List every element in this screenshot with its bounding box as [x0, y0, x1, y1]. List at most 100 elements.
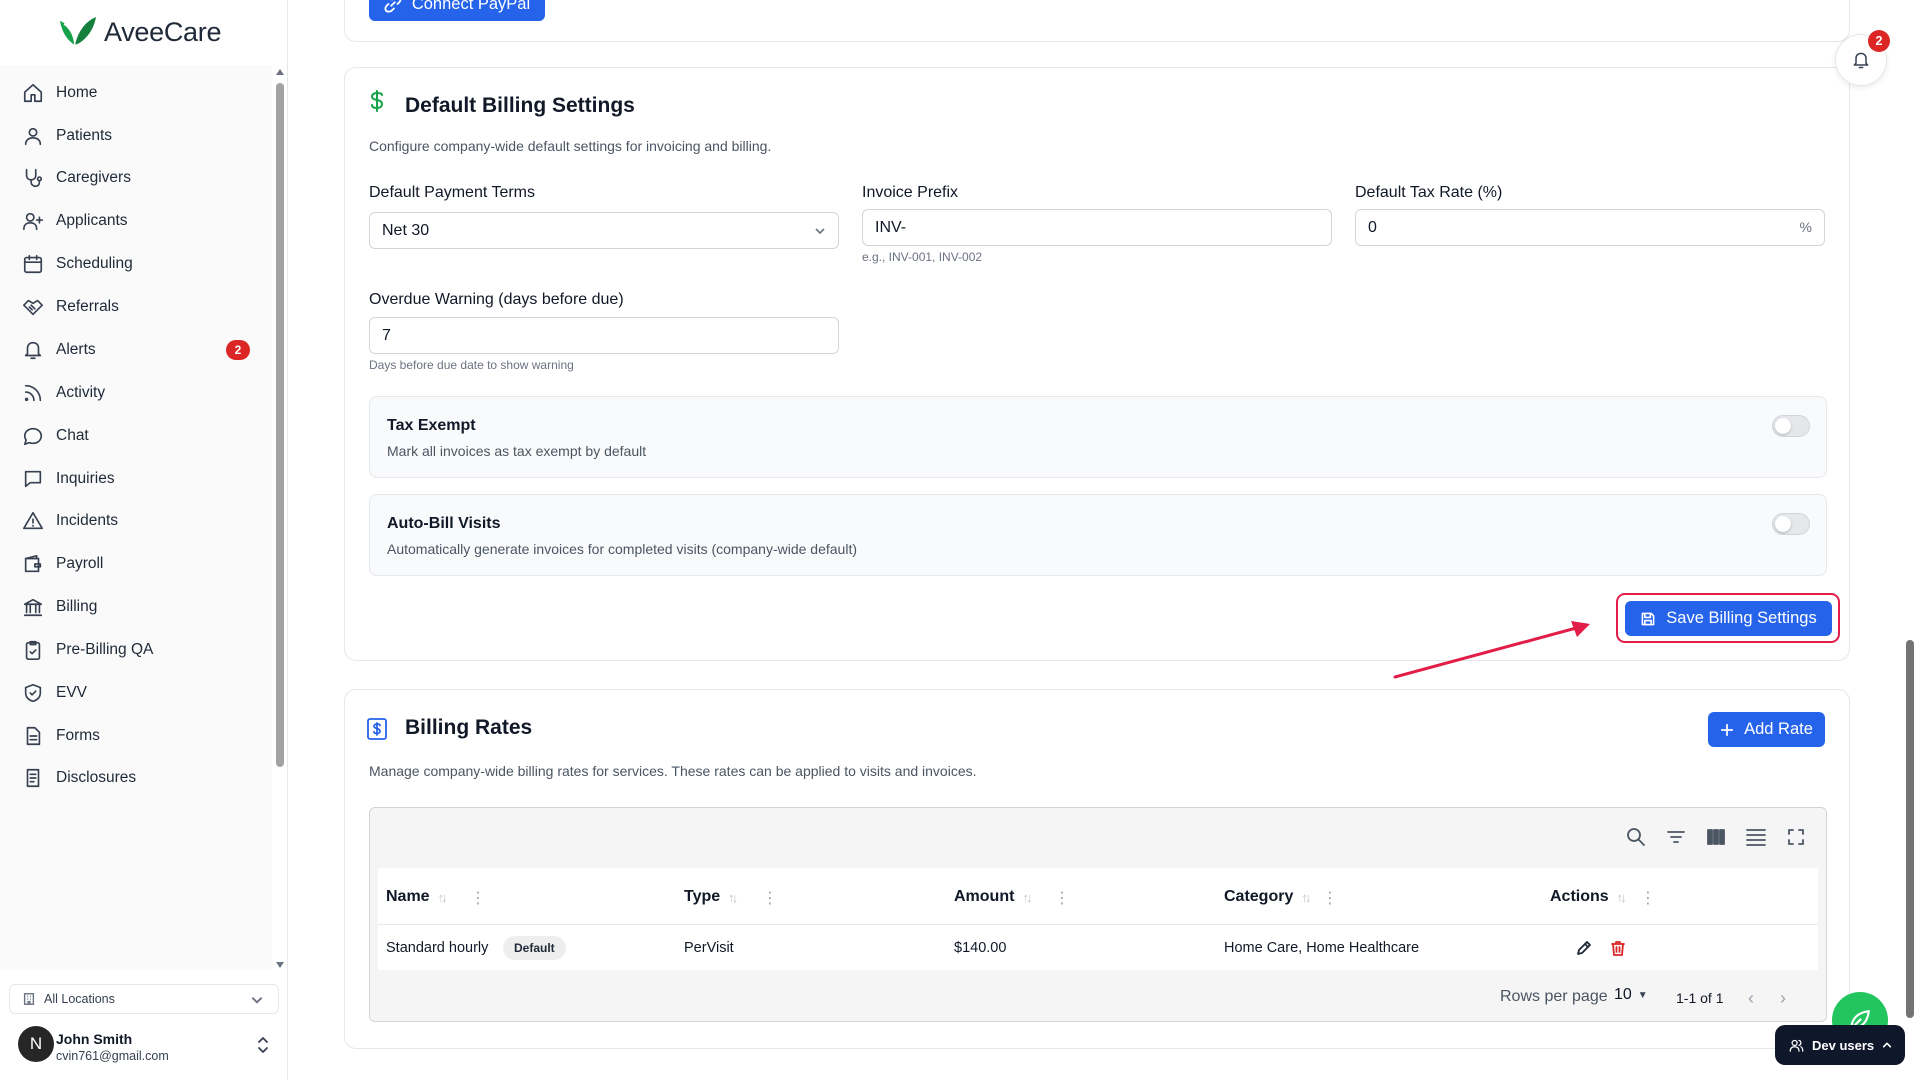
tax-rate-input[interactable]: 0 %	[1355, 209, 1825, 246]
user-menu[interactable]: N John Smith cvin761@gmail.com	[18, 1026, 274, 1070]
tax-exempt-description: Mark all invoices as tax exempt by defau…	[387, 443, 647, 459]
column-header-amount[interactable]: Amount ↑↓	[954, 888, 1032, 906]
stethoscope-icon	[25, 168, 43, 188]
dev-users-button[interactable]: Dev users	[1775, 1025, 1905, 1065]
sidebar-item-applicants[interactable]: Applicants	[0, 198, 272, 244]
page-scroll-thumb[interactable]	[1906, 640, 1914, 1018]
sidebar-item-label: EVV	[56, 684, 88, 701]
file-list-icon	[26, 768, 40, 788]
scroll-up-arrow-icon[interactable]	[276, 69, 284, 75]
pencil-icon	[1577, 941, 1591, 955]
column-menu-icon[interactable]: ⋮	[1054, 888, 1070, 908]
tax-rate-suffix: %	[1799, 219, 1812, 235]
column-header-label: Category	[1224, 888, 1294, 905]
sort-icon[interactable]: ↑↓	[1301, 890, 1311, 905]
table-density-button[interactable]	[1744, 825, 1768, 849]
trash-icon	[1611, 941, 1625, 956]
billing-settings-title: Default Billing Settings	[405, 94, 635, 117]
column-header-name[interactable]: Name ↑↓	[386, 888, 448, 906]
sidebar-item-chat[interactable]: Chat	[0, 413, 272, 459]
sidebar-item-label: Referrals	[56, 298, 119, 315]
caret-down-icon: ▼	[1637, 989, 1648, 1001]
add-rate-button[interactable]: Add Rate	[1708, 712, 1825, 747]
column-menu-icon[interactable]: ⋮	[1640, 888, 1656, 908]
sidebar-item-incidents[interactable]: Incidents	[0, 498, 272, 544]
sidebar-item-forms[interactable]: Forms	[0, 713, 272, 759]
sort-icon[interactable]: ↑↓	[728, 890, 738, 905]
toggle-knob	[1775, 418, 1791, 434]
sidebar-item-inquiries[interactable]: Inquiries	[0, 456, 272, 502]
delete-rate-button[interactable]	[1608, 938, 1628, 958]
next-page-icon[interactable]: ›	[1780, 988, 1786, 1009]
tax-exempt-title: Tax Exempt	[387, 417, 476, 434]
save-billing-settings-button[interactable]: Save Billing Settings	[1625, 601, 1832, 636]
bank-icon	[23, 598, 43, 617]
chevrons-up-down-icon[interactable]	[256, 1036, 270, 1054]
rate-name-cell: Standard hourly	[386, 940, 489, 956]
sidebar-item-activity[interactable]: Activity	[0, 370, 272, 416]
sidebar-item-label: Scheduling	[56, 255, 133, 272]
sidebar-item-label: Pre-Billing QA	[56, 641, 154, 658]
sort-icon[interactable]: ↑↓	[1617, 890, 1627, 905]
sidebar-item-referrals[interactable]: Referrals	[0, 284, 272, 330]
sidebar-item-label: Incidents	[56, 512, 119, 529]
tax-exempt-toggle[interactable]	[1772, 415, 1810, 437]
sidebar-item-evv[interactable]: EVV	[0, 670, 272, 716]
column-header-category[interactable]: Category ↑↓	[1224, 888, 1311, 906]
table-columns-button[interactable]	[1704, 825, 1728, 849]
sort-icon[interactable]: ↑↓	[438, 890, 448, 905]
edit-rate-button[interactable]	[1574, 938, 1594, 958]
column-header-label: Amount	[954, 888, 1015, 905]
column-header-label: Actions	[1550, 888, 1609, 905]
pagination-range: 1-1 of 1	[1676, 990, 1724, 1006]
overdue-warning-input[interactable]: 7	[369, 317, 839, 354]
app-logo[interactable]: AveeCare	[56, 14, 221, 50]
sidebar-item-label: Billing	[56, 598, 98, 615]
sidebar-item-label: Applicants	[56, 212, 128, 229]
prev-page-icon[interactable]: ‹	[1748, 988, 1754, 1009]
payment-terms-label: Default Payment Terms	[369, 184, 535, 201]
filter-icon	[1667, 831, 1685, 843]
sidebar-item-scheduling[interactable]: Scheduling	[0, 241, 272, 287]
connect-paypal-label: Connect PayPal	[411, 0, 531, 13]
payment-terms-select[interactable]: Net 30	[369, 212, 839, 249]
user-plus-icon	[23, 212, 43, 231]
sidebar-scroll-thumb[interactable]	[276, 83, 284, 767]
sidebar-item-label: Patients	[56, 127, 113, 144]
payment-integration-card: Connect PayPal	[344, 0, 1850, 42]
table-filter-button[interactable]	[1664, 825, 1688, 849]
scroll-down-arrow-icon[interactable]	[276, 962, 284, 968]
sidebar-item-disclosures[interactable]: Disclosures	[0, 755, 272, 801]
column-menu-icon[interactable]: ⋮	[1322, 888, 1338, 908]
sort-icon[interactable]: ↑↓	[1022, 890, 1032, 905]
building-icon	[23, 993, 35, 1005]
sidebar-item-home[interactable]: Home	[0, 70, 272, 116]
column-header-type[interactable]: Type ↑↓	[684, 888, 738, 906]
column-menu-icon[interactable]: ⋮	[762, 888, 778, 908]
sidebar-scrollbar[interactable]	[274, 65, 286, 970]
invoice-prefix-input[interactable]: INV-	[862, 209, 1332, 246]
table-search-button[interactable]	[1624, 825, 1648, 849]
message-square-icon	[24, 470, 42, 488]
sidebar-item-billing[interactable]: Billing	[0, 584, 272, 630]
rows-per-page-select[interactable]: 10 ▼	[1614, 986, 1648, 1004]
column-header-actions[interactable]: Actions ↑↓	[1550, 888, 1627, 906]
overdue-warning-label: Overdue Warning (days before due)	[369, 291, 624, 308]
sidebar-item-caregivers[interactable]: Caregivers	[0, 155, 272, 201]
sidebar-item-alerts[interactable]: Alerts 2	[0, 327, 272, 373]
chevron-down-icon	[815, 228, 825, 235]
location-select[interactable]: All Locations	[9, 984, 279, 1014]
column-menu-icon[interactable]: ⋮	[470, 888, 486, 908]
sidebar-item-label: Alerts	[56, 341, 96, 358]
sidebar-item-label: Disclosures	[56, 769, 137, 786]
connect-paypal-button[interactable]: Connect PayPal	[369, 0, 545, 21]
sidebar-item-patients[interactable]: Patients	[0, 113, 272, 159]
add-rate-label: Add Rate	[1744, 720, 1813, 738]
sidebar-item-payroll[interactable]: Payroll	[0, 541, 272, 587]
search-icon	[1627, 828, 1645, 846]
sidebar-item-pre-billing-qa[interactable]: Pre-Billing QA	[0, 627, 272, 673]
user-name: John Smith	[56, 1031, 133, 1047]
table-fullscreen-button[interactable]	[1784, 825, 1808, 849]
auto-bill-toggle[interactable]	[1772, 513, 1810, 535]
table-toolbar	[370, 808, 1826, 868]
